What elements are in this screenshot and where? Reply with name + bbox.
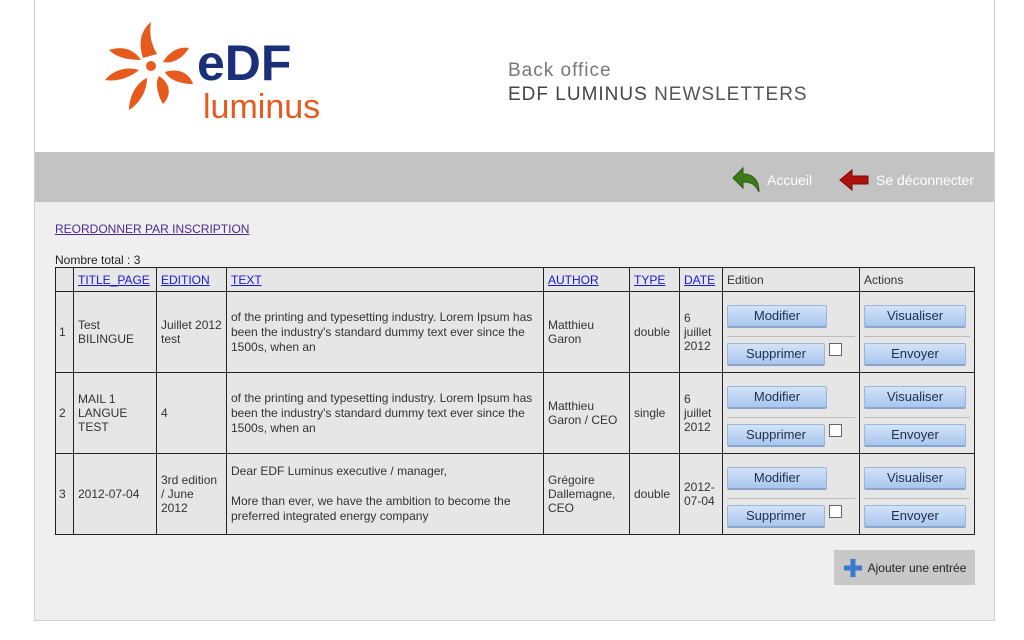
row-actions: Visualiser Envoyer <box>859 291 975 373</box>
delete-wrap: Supprimer <box>727 423 855 447</box>
view-wrap: Visualiser <box>864 304 970 337</box>
header-title-page: TITLE_PAGE <box>73 267 157 292</box>
view-wrap: Visualiser <box>864 466 970 499</box>
row-num: 3 <box>55 453 74 535</box>
add-entry-button[interactable]: Ajouter une entrée <box>834 550 975 585</box>
table-row: 1 Test BILINGUE Juillet 2012 test of the… <box>55 291 975 373</box>
view-button[interactable]: Visualiser <box>864 385 966 409</box>
header-actions: Actions <box>859 267 975 292</box>
row-text: of the printing and typesetting industry… <box>226 372 544 454</box>
row-author: Grégoire Dallemagne, CEO <box>543 453 630 535</box>
edf-luminus-logo: eDF luminus <box>99 18 339 128</box>
send-wrap: Envoyer <box>864 423 970 447</box>
view-button[interactable]: Visualiser <box>864 466 966 490</box>
table-header-row: TITLE_PAGE EDITION TEXT AUTHOR TYPE DATE… <box>55 267 975 292</box>
row-date: 6 juillet 2012 <box>679 291 723 373</box>
view-button[interactable]: Visualiser <box>864 304 966 328</box>
logo-text-top: eDF <box>197 35 291 91</box>
table-row: 2 MAIL 1 LANGUE TEST 4 of the printing a… <box>55 372 975 454</box>
back-arrow-icon <box>732 166 760 193</box>
sort-date-link[interactable]: DATE <box>684 273 715 287</box>
row-date: 2012-07-04 <box>679 453 723 535</box>
send-wrap: Envoyer <box>864 342 970 366</box>
row-type: double <box>629 291 680 373</box>
home-label: Accueil <box>767 172 813 188</box>
delete-checkbox[interactable] <box>829 504 842 518</box>
modify-button[interactable]: Modifier <box>727 304 827 328</box>
modify-wrap: Modifier <box>727 385 855 418</box>
header-edition: EDITION <box>156 267 227 292</box>
modify-button[interactable]: Modifier <box>727 385 827 409</box>
send-button[interactable]: Envoyer <box>864 342 966 366</box>
row-text-line1: Dear EDF Luminus executive / manager, <box>231 464 448 478</box>
sort-edition-link[interactable]: EDITION <box>161 273 210 287</box>
logout-arrow-icon <box>839 168 869 192</box>
delete-button[interactable]: Supprimer <box>727 342 825 366</box>
sort-author-link[interactable]: AUTHOR <box>548 273 599 287</box>
subtitle-rest: NEWSLETTERS <box>654 84 808 105</box>
row-date: 6 juillet 2012 <box>679 372 723 454</box>
send-button[interactable]: Envoyer <box>864 504 966 528</box>
delete-wrap: Supprimer <box>727 342 855 366</box>
sort-title-page-link[interactable]: TITLE_PAGE <box>78 273 150 287</box>
modify-button[interactable]: Modifier <box>727 466 827 490</box>
delete-button[interactable]: Supprimer <box>727 423 825 447</box>
row-edition-actions: Modifier Supprimer <box>722 291 860 373</box>
header-edition-col: Edition <box>722 267 860 292</box>
row-text: of the printing and typesetting industry… <box>226 291 544 373</box>
row-title-page: 2012-07-04 <box>73 453 157 535</box>
header-text: TEXT <box>226 267 544 292</box>
modify-wrap: Modifier <box>727 466 855 499</box>
reorder-link[interactable]: REORDONNER PAR INSCRIPTION <box>55 222 249 236</box>
add-entry-label: Ajouter une entrée <box>867 560 967 575</box>
sort-text-link[interactable]: TEXT <box>231 273 262 287</box>
table-row: 3 2012-07-04 3rd edition / June 2012 Dea… <box>55 453 975 535</box>
subtitle-brand: EDF LUMINUS <box>508 84 648 105</box>
newsletters-subtitle: EDF LUMINUS NEWSLETTERS <box>508 84 808 106</box>
row-edition-actions: Modifier Supprimer <box>722 372 860 454</box>
delete-checkbox[interactable] <box>829 423 842 437</box>
home-link[interactable]: Accueil <box>731 166 812 194</box>
header-num <box>55 267 74 292</box>
row-actions: Visualiser Envoyer <box>859 453 975 535</box>
page-frame: eDF luminus Back office EDF LUMINUS NEWS… <box>34 0 995 621</box>
row-edition-actions: Modifier Supprimer <box>722 453 860 535</box>
send-wrap: Envoyer <box>864 504 970 528</box>
backoffice-title: Back office <box>508 60 612 81</box>
row-title-page: MAIL 1 LANGUE TEST <box>73 372 157 454</box>
edf-flower-icon: eDF luminus <box>105 22 320 126</box>
delete-button[interactable]: Supprimer <box>727 504 825 528</box>
row-type: double <box>629 453 680 535</box>
header-date: DATE <box>679 267 723 292</box>
row-text: Dear EDF Luminus executive / manager, Mo… <box>226 453 544 535</box>
row-edition: Juillet 2012 test <box>156 291 227 373</box>
header-type: TYPE <box>629 267 680 292</box>
row-edition: 3rd edition / June 2012 <box>156 453 227 535</box>
delete-checkbox[interactable] <box>829 342 842 356</box>
row-actions: Visualiser Envoyer <box>859 372 975 454</box>
header: eDF luminus Back office EDF LUMINUS NEWS… <box>35 0 994 152</box>
row-edition: 4 <box>156 372 227 454</box>
modify-wrap: Modifier <box>727 304 855 337</box>
nav-bar: Accueil Se déconnecter <box>35 152 994 202</box>
row-author: Matthieu Garon / CEO <box>543 372 630 454</box>
total-count: Nombre total : 3 <box>55 253 141 267</box>
plus-icon <box>843 558 862 577</box>
row-author: Matthieu Garon <box>543 291 630 373</box>
newsletters-table: TITLE_PAGE EDITION TEXT AUTHOR TYPE DATE… <box>55 267 975 535</box>
send-button[interactable]: Envoyer <box>864 423 966 447</box>
row-num: 2 <box>55 372 74 454</box>
logo-text-bottom: luminus <box>203 88 320 126</box>
header-author: AUTHOR <box>543 267 630 292</box>
logout-label: Se déconnecter <box>876 172 975 188</box>
logout-link[interactable]: Se déconnecter <box>838 166 974 194</box>
row-text-line2: More than ever, we have the ambition to … <box>231 494 511 523</box>
delete-wrap: Supprimer <box>727 504 855 528</box>
row-num: 1 <box>55 291 74 373</box>
row-type: single <box>629 372 680 454</box>
view-wrap: Visualiser <box>864 385 970 418</box>
sort-type-link[interactable]: TYPE <box>634 273 665 287</box>
row-title-page: Test BILINGUE <box>73 291 157 373</box>
